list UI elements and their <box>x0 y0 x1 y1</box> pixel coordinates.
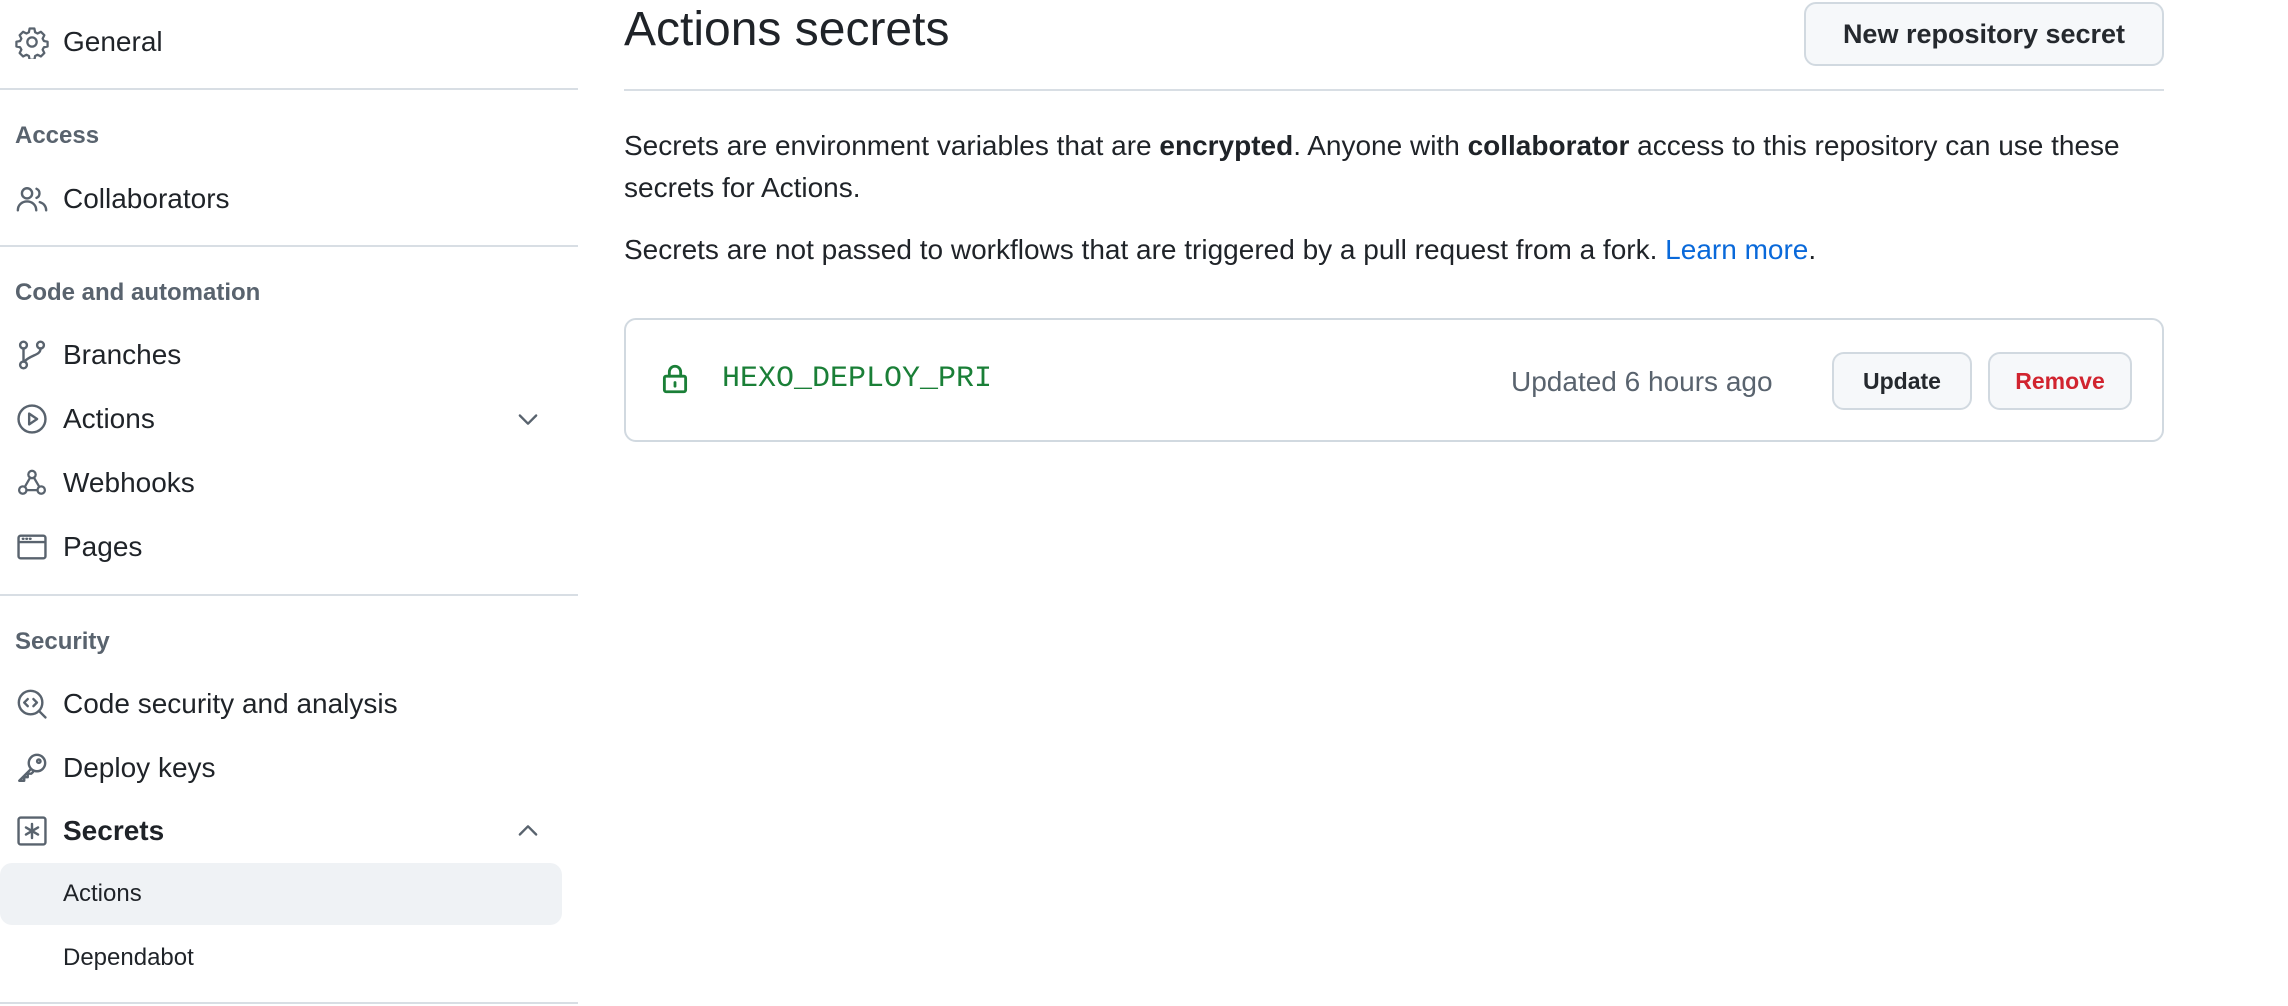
secret-row: HEXO_DEPLOY_PRI Updated 6 hours ago Upda… <box>624 318 2164 442</box>
sidebar-item-actions[interactable]: Actions <box>0 389 560 449</box>
sidebar-divider <box>0 245 578 247</box>
secret-updated-time: Updated 6 hours ago <box>1511 366 1773 397</box>
learn-more-link[interactable]: Learn more <box>1665 234 1808 265</box>
collaborator-emphasis: collaborator <box>1467 130 1630 161</box>
sidebar-subitem-label: Dependabot <box>63 944 194 971</box>
secrets-description: Secrets are environment variables that a… <box>624 125 2164 209</box>
page-title: Actions secrets <box>624 3 950 56</box>
browser-icon <box>14 529 50 565</box>
sidebar-item-deploy-keys[interactable]: Deploy keys <box>0 738 560 798</box>
play-icon <box>14 401 50 437</box>
sidebar-divider <box>0 1002 578 1004</box>
chevron-up-icon[interactable] <box>510 813 546 849</box>
sidebar-item-secrets[interactable]: Secrets <box>0 801 560 861</box>
sidebar-item-collaborators[interactable]: Collaborators <box>0 169 560 229</box>
sidebar-item-code-security[interactable]: Code security and analysis <box>0 674 560 734</box>
git-branch-icon <box>14 337 50 373</box>
sidebar-item-label: Deploy keys <box>63 752 216 783</box>
sidebar-item-label: Webhooks <box>63 467 195 498</box>
section-title-code-automation: Code and automation <box>15 279 261 306</box>
settings-sidebar: General Access Collaborators Code and au… <box>0 0 578 1006</box>
new-repository-secret-button[interactable]: New repository secret <box>1804 2 2164 66</box>
people-icon <box>14 181 50 217</box>
sidebar-item-general[interactable]: General <box>0 12 560 72</box>
sidebar-subitem-dependabot[interactable]: Dependabot <box>0 927 562 989</box>
secret-name: HEXO_DEPLOY_PRI <box>722 362 993 396</box>
description-text: Secrets are environment variables that a… <box>624 130 1160 161</box>
section-title-security: Security <box>15 628 110 655</box>
sidebar-item-label: Branches <box>63 339 182 370</box>
sidebar-divider <box>0 88 578 90</box>
fork-notice-text: Secrets are not passed to workflows that… <box>624 234 1666 265</box>
fork-notice-period: . <box>1808 234 1817 265</box>
sidebar-item-label: Actions <box>63 403 155 434</box>
update-secret-button[interactable]: Update <box>1832 352 1972 410</box>
sidebar-item-label: Pages <box>63 531 143 562</box>
description-text: . Anyone with <box>1293 130 1468 161</box>
lock-icon <box>658 362 694 398</box>
remove-secret-button[interactable]: Remove <box>1988 352 2132 410</box>
secret-asterisk-icon <box>14 813 50 849</box>
fork-notice: Secrets are not passed to workflows that… <box>624 229 2164 271</box>
sidebar-item-label: Secrets <box>63 815 165 846</box>
sidebar-item-pages[interactable]: Pages <box>0 517 560 577</box>
sidebar-item-label: Code security and analysis <box>63 688 398 719</box>
key-icon <box>14 750 50 786</box>
webhook-icon <box>14 465 50 501</box>
gear-icon <box>14 24 50 60</box>
sidebar-subitem-label: Actions <box>63 880 142 907</box>
chevron-down-icon[interactable] <box>510 401 546 437</box>
sidebar-item-webhooks[interactable]: Webhooks <box>0 453 560 513</box>
title-divider <box>624 89 2164 91</box>
encrypted-emphasis: encrypted <box>1159 130 1294 161</box>
sidebar-item-label: Collaborators <box>63 183 230 214</box>
sidebar-item-label: General <box>63 26 163 57</box>
sidebar-subitem-actions[interactable]: Actions <box>0 863 562 925</box>
codescan-icon <box>14 686 50 722</box>
sidebar-divider <box>0 594 578 596</box>
section-title-access: Access <box>15 122 100 149</box>
sidebar-item-branches[interactable]: Branches <box>0 325 560 385</box>
